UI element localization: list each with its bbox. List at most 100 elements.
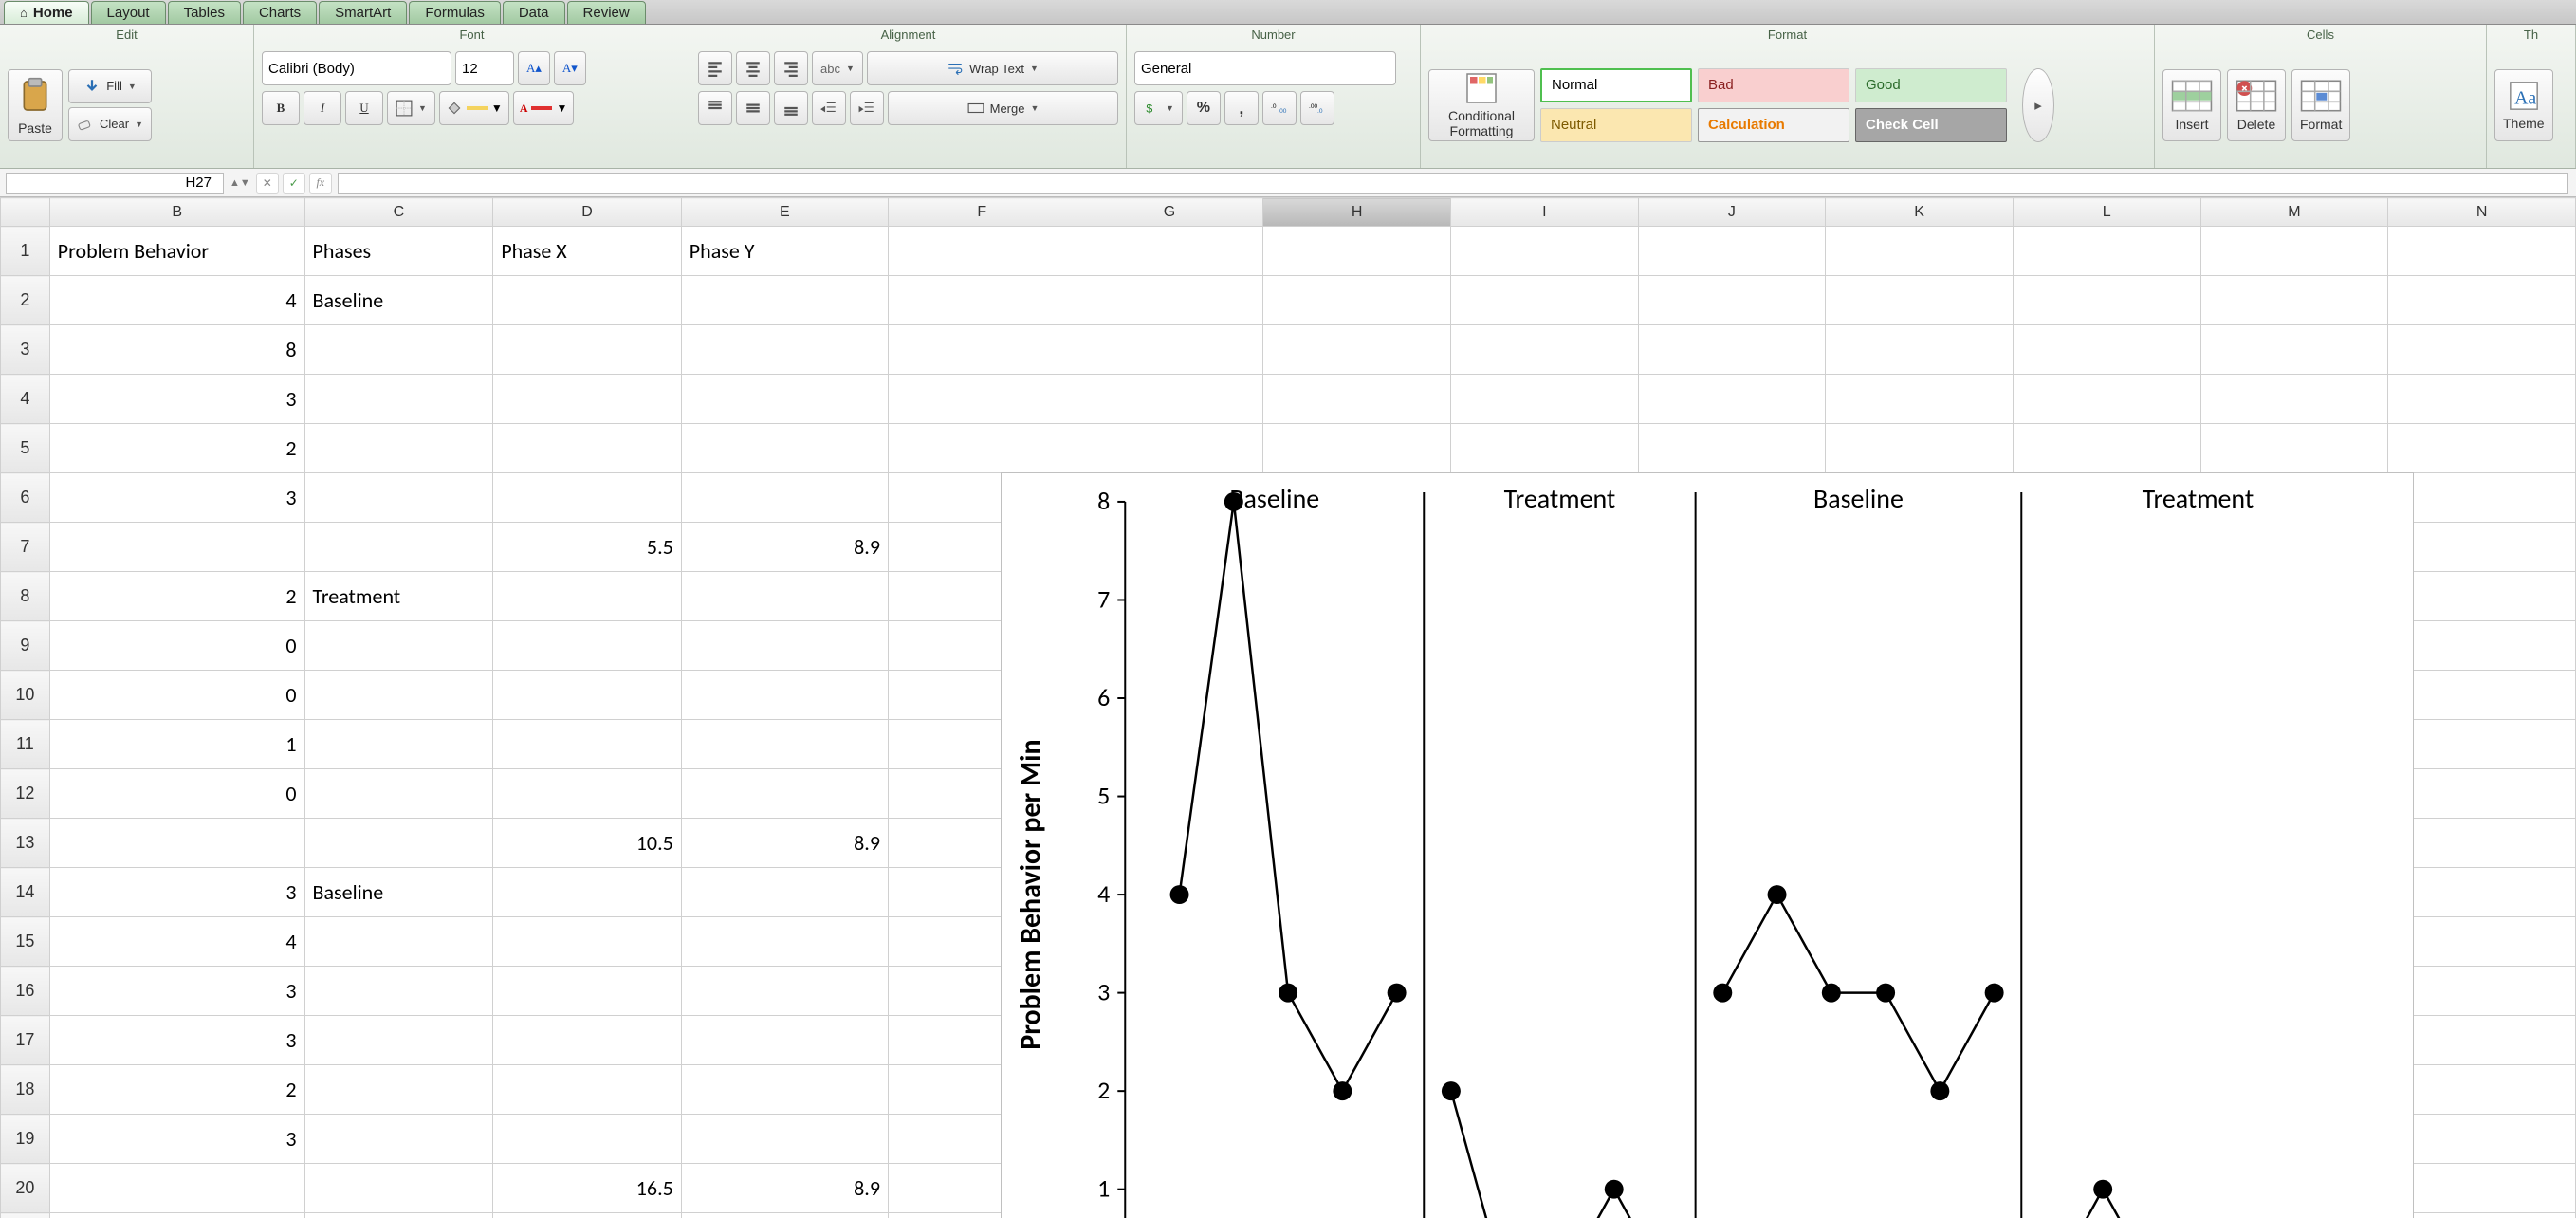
cell[interactable] xyxy=(2013,424,2200,473)
cell[interactable] xyxy=(1638,325,1826,375)
font-color-button[interactable]: A▼ xyxy=(513,91,575,125)
increase-font-button[interactable]: A▴ xyxy=(518,51,550,85)
cell[interactable] xyxy=(304,720,493,769)
chart[interactable]: 0123456785101520SessionsProblem Behavior… xyxy=(1001,472,2414,1218)
cell[interactable] xyxy=(493,325,681,375)
cell[interactable]: 3 xyxy=(49,868,304,917)
increase-decimal-button[interactable]: .0.00 xyxy=(1262,91,1297,125)
style-neutral[interactable]: Neutral xyxy=(1540,108,1692,142)
cell[interactable] xyxy=(304,1065,493,1115)
cell[interactable] xyxy=(2388,868,2576,917)
cell[interactable] xyxy=(2388,523,2576,572)
cell[interactable] xyxy=(493,1065,681,1115)
cell[interactable] xyxy=(1638,227,1826,276)
cell[interactable] xyxy=(2388,473,2576,523)
name-box[interactable]: H27 xyxy=(6,173,224,194)
cell[interactable] xyxy=(1076,375,1263,424)
cell[interactable] xyxy=(681,868,888,917)
cell[interactable] xyxy=(493,621,681,671)
row-header[interactable]: 17 xyxy=(1,1016,50,1065)
tab-home[interactable]: ⌂Home xyxy=(4,1,89,24)
currency-button[interactable]: $▼ xyxy=(1134,91,1183,125)
formula-input[interactable] xyxy=(338,173,2568,194)
cell[interactable]: 2 xyxy=(49,424,304,473)
cell[interactable] xyxy=(2388,276,2576,325)
cell[interactable] xyxy=(1638,375,1826,424)
cell[interactable] xyxy=(2388,375,2576,424)
cell[interactable] xyxy=(493,868,681,917)
row-header[interactable]: 2 xyxy=(1,276,50,325)
cell[interactable] xyxy=(681,720,888,769)
cell[interactable] xyxy=(1451,375,1639,424)
cell[interactable] xyxy=(2388,917,2576,967)
italic-button[interactable]: I xyxy=(304,91,341,125)
cell[interactable] xyxy=(304,325,493,375)
style-check-cell[interactable]: Check Cell xyxy=(1855,108,2007,142)
cell[interactable]: Treatment xyxy=(304,572,493,621)
cell[interactable] xyxy=(681,276,888,325)
cell[interactable] xyxy=(493,917,681,967)
cell[interactable] xyxy=(2388,621,2576,671)
col-header-I[interactable]: I xyxy=(1451,198,1639,227)
tab-tables[interactable]: Tables xyxy=(168,1,241,24)
cell[interactable]: 3 xyxy=(49,1016,304,1065)
cell[interactable] xyxy=(1451,227,1639,276)
row-header[interactable]: 5 xyxy=(1,424,50,473)
cell[interactable] xyxy=(2013,227,2200,276)
cell[interactable] xyxy=(1451,325,1639,375)
bold-button[interactable]: B xyxy=(262,91,300,125)
cell[interactable] xyxy=(681,1115,888,1164)
cell[interactable] xyxy=(1638,276,1826,325)
cell[interactable] xyxy=(1826,424,2014,473)
col-header-B[interactable]: B xyxy=(49,198,304,227)
clear-button[interactable]: Clear▼ xyxy=(68,107,152,141)
align-left-button[interactable] xyxy=(698,51,732,85)
cancel-formula-button[interactable]: ✕ xyxy=(256,173,279,194)
cell[interactable] xyxy=(681,473,888,523)
col-header-M[interactable]: M xyxy=(2200,198,2388,227)
cell[interactable]: 10.5 xyxy=(493,819,681,868)
font-name-select[interactable] xyxy=(262,51,451,85)
cell[interactable]: 1 xyxy=(49,720,304,769)
cell[interactable] xyxy=(1826,276,2014,325)
format-cells-button[interactable]: Format xyxy=(2291,69,2350,141)
cell[interactable]: 3 xyxy=(49,1115,304,1164)
style-calculation[interactable]: Calculation xyxy=(1698,108,1849,142)
cell[interactable] xyxy=(2388,424,2576,473)
cell[interactable] xyxy=(888,276,1076,325)
decrease-indent-button[interactable] xyxy=(812,91,846,125)
row-header[interactable]: 12 xyxy=(1,769,50,819)
fx-button[interactable]: fx xyxy=(309,173,332,194)
valign-bottom-button[interactable] xyxy=(774,91,808,125)
cell[interactable] xyxy=(2013,375,2200,424)
cell[interactable] xyxy=(1826,375,2014,424)
cell[interactable]: Problem Behavior xyxy=(49,227,304,276)
cell[interactable] xyxy=(2388,720,2576,769)
cell[interactable] xyxy=(1263,276,1451,325)
cell[interactable] xyxy=(1076,424,1263,473)
col-header-L[interactable]: L xyxy=(2013,198,2200,227)
cell[interactable]: 8.9 xyxy=(681,819,888,868)
col-header-F[interactable]: F xyxy=(888,198,1076,227)
cell[interactable] xyxy=(681,325,888,375)
cell[interactable] xyxy=(493,720,681,769)
cell[interactable] xyxy=(304,967,493,1016)
paste-button[interactable]: Paste xyxy=(8,69,63,141)
cell[interactable] xyxy=(2388,671,2576,720)
cell[interactable] xyxy=(2388,1164,2576,1213)
cell[interactable] xyxy=(888,375,1076,424)
cell[interactable] xyxy=(681,621,888,671)
cell[interactable] xyxy=(888,325,1076,375)
fill-button[interactable]: Fill▼ xyxy=(68,69,152,103)
gallery-more-button[interactable]: ▸ xyxy=(2022,68,2054,142)
cell[interactable]: 4 xyxy=(49,917,304,967)
wrap-text-button[interactable]: Wrap Text▼ xyxy=(867,51,1118,85)
cell[interactable] xyxy=(681,424,888,473)
col-header-C[interactable]: C xyxy=(304,198,493,227)
row-header[interactable]: 10 xyxy=(1,671,50,720)
cell[interactable] xyxy=(493,1115,681,1164)
cell[interactable]: 4 xyxy=(49,276,304,325)
cell[interactable]: Phase Y xyxy=(681,227,888,276)
cell[interactable] xyxy=(2388,1016,2576,1065)
conditional-formatting-button[interactable]: Conditional Formatting xyxy=(1428,69,1535,141)
